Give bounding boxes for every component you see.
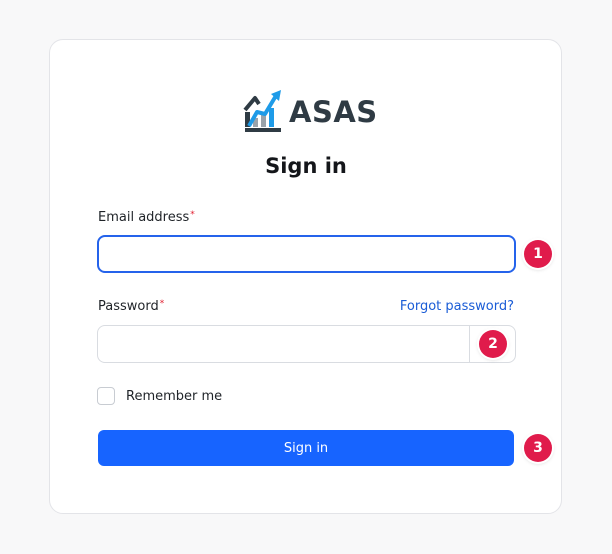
remember-me-checkbox[interactable] bbox=[97, 387, 115, 405]
email-label-text: Email address bbox=[98, 210, 190, 225]
annotation-marker-2: 2 bbox=[479, 330, 507, 358]
remember-me-label[interactable]: Remember me bbox=[126, 389, 222, 404]
brand-logo: ASAS bbox=[243, 87, 378, 137]
annotation-marker-1: 1 bbox=[524, 240, 552, 268]
forgot-password-link[interactable]: Forgot password? bbox=[400, 299, 514, 314]
rising-chart-logo-icon bbox=[243, 90, 281, 132]
sign-in-button[interactable]: Sign in bbox=[98, 430, 514, 466]
page-title: Sign in bbox=[265, 154, 347, 178]
required-asterisk: * bbox=[159, 299, 165, 309]
brand-name: ASAS bbox=[289, 95, 378, 129]
annotation-marker-3: 3 bbox=[524, 434, 552, 462]
required-asterisk: * bbox=[190, 210, 195, 220]
password-field[interactable] bbox=[98, 326, 470, 362]
password-label-text: Password bbox=[98, 299, 159, 314]
password-field-group bbox=[97, 325, 516, 363]
email-field[interactable] bbox=[97, 235, 516, 273]
email-label: Email address* bbox=[98, 210, 195, 225]
password-label: Password* bbox=[98, 299, 164, 314]
